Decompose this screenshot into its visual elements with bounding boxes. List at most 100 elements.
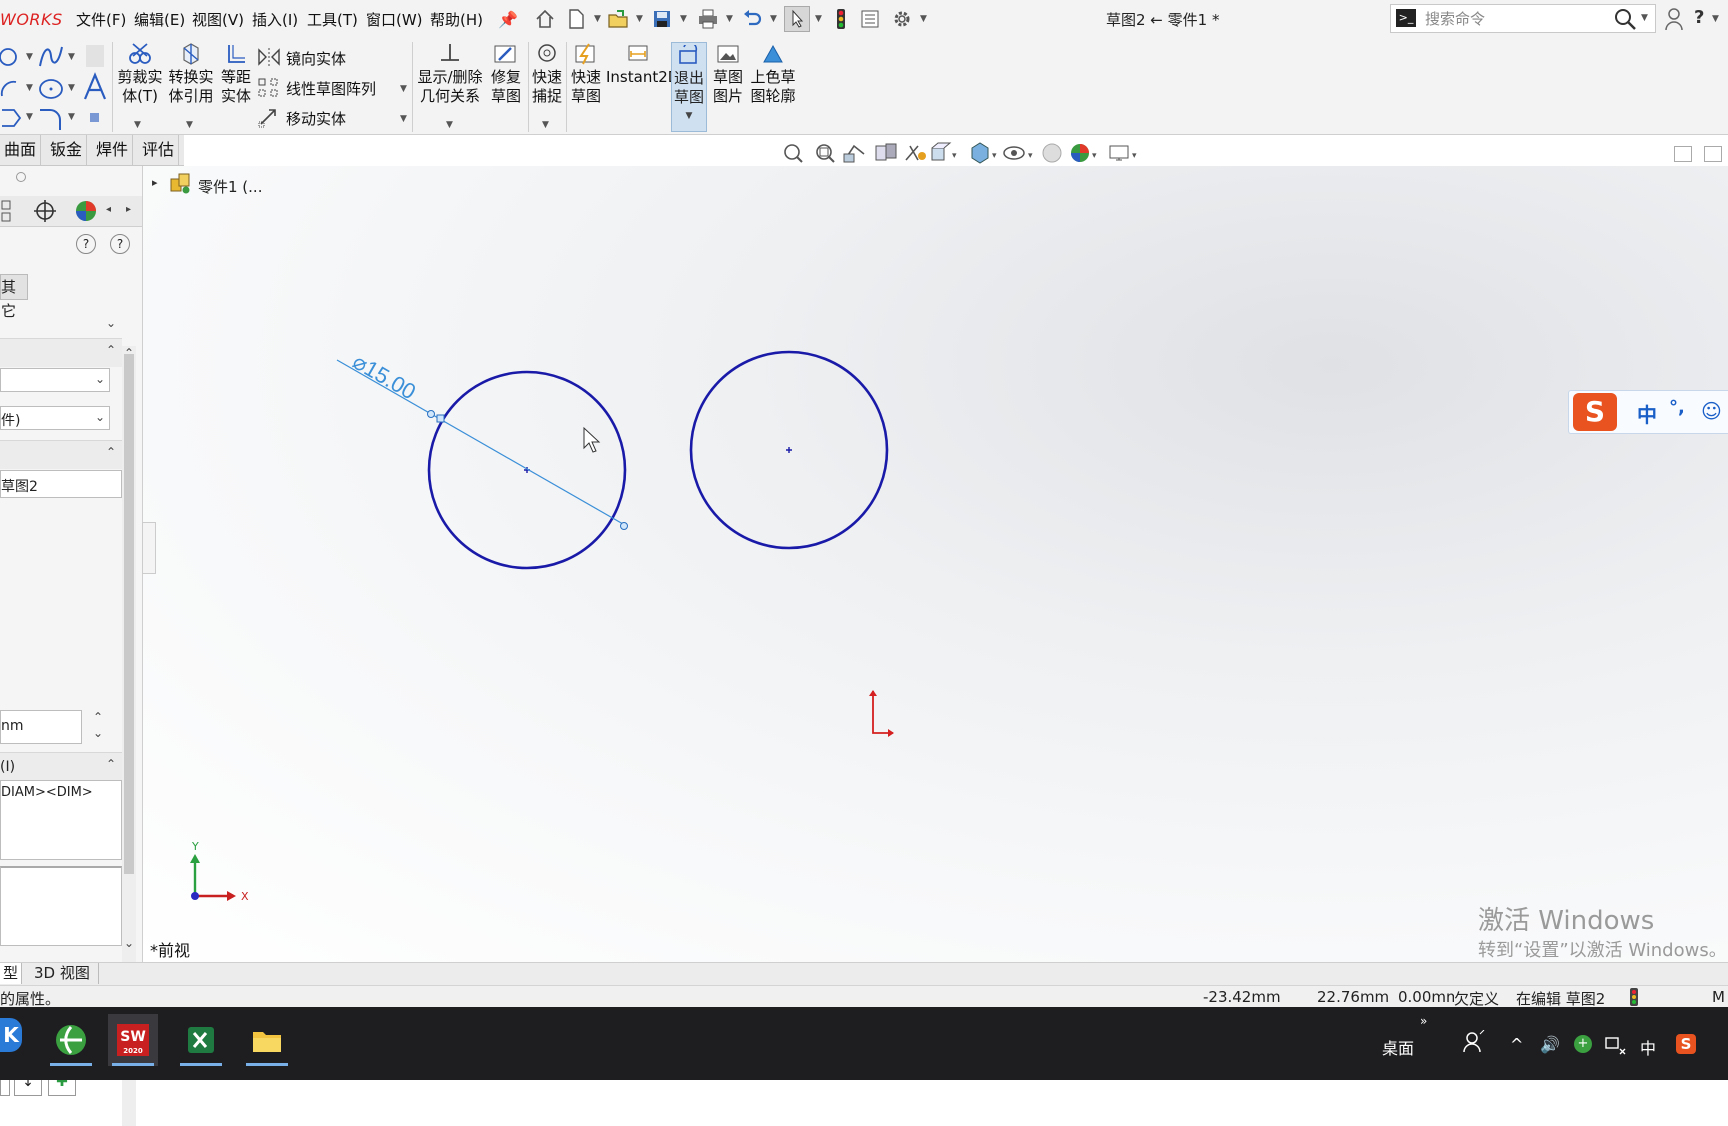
ime-toolbar[interactable]: S 中 °, ☺: [1568, 390, 1728, 434]
circle-2-center-mark[interactable]: [786, 447, 792, 453]
network-icon[interactable]: [1604, 1035, 1626, 1059]
sketch-origin[interactable]: [869, 690, 894, 737]
new-file-icon[interactable]: [565, 8, 587, 30]
tab-3d-views[interactable]: 3D 视图: [26, 963, 99, 984]
taskbar-solidworks[interactable]: SW 2020: [108, 1014, 158, 1066]
taskbar-file-explorer[interactable]: [242, 1014, 292, 1066]
search-icon[interactable]: [1613, 7, 1637, 35]
dimension-drag-point[interactable]: [427, 410, 435, 418]
move-entities-icon[interactable]: [257, 106, 281, 132]
chevron-down-icon[interactable]: ▼: [1712, 14, 1719, 24]
panel-grip-icon[interactable]: [16, 172, 26, 182]
shaded-sketch-contour-button[interactable]: 上色草 图轮廓: [748, 42, 798, 106]
chevron-down-icon[interactable]: ▼: [26, 112, 33, 122]
chevron-down-icon[interactable]: ▼: [770, 14, 777, 24]
chevron-down-icon[interactable]: ▼: [446, 120, 453, 130]
user-icon[interactable]: [1664, 7, 1684, 35]
mirror-icon[interactable]: [257, 47, 281, 71]
menu-view[interactable]: 视图(V): [192, 9, 244, 30]
configuration-manager-icon[interactable]: [0, 199, 20, 227]
gear-icon[interactable]: [891, 8, 913, 30]
tab-other[interactable]: 其它: [0, 274, 28, 320]
chevron-down-icon[interactable]: ▼: [920, 14, 927, 24]
chevron-down-icon[interactable]: ▼: [400, 84, 407, 94]
scroll-left-icon[interactable]: ◂: [106, 204, 111, 215]
sketch-definition-status[interactable]: 欠定义: [1454, 988, 1499, 1009]
chevron-down-icon[interactable]: ▼: [1641, 13, 1648, 23]
dropdown-1[interactable]: ⌄: [0, 368, 110, 392]
sogou-logo-icon[interactable]: S: [1573, 393, 1617, 431]
search-input[interactable]: [1423, 8, 1607, 30]
spin-down-icon[interactable]: ⌄: [93, 726, 103, 740]
spline-tool-icon[interactable]: [38, 44, 64, 74]
chevron-down-icon[interactable]: ▼: [672, 111, 706, 121]
rapid-sketch-button[interactable]: 快速 草图: [567, 42, 605, 106]
diameter-dimension-label[interactable]: ⌀15.00: [349, 349, 421, 405]
chevron-down-icon[interactable]: ▼: [26, 83, 33, 93]
linear-pattern-icon[interactable]: [257, 77, 281, 103]
chevron-down-icon[interactable]: ▼: [815, 14, 822, 24]
exit-sketch-button[interactable]: 退出 草图 ▼: [671, 42, 707, 132]
search-box[interactable]: >_ ▼: [1390, 4, 1656, 33]
chevron-down-icon[interactable]: ▼: [68, 83, 75, 93]
show-hidden-icons-icon[interactable]: ^: [1510, 1035, 1523, 1054]
trim-entities-button[interactable]: 剪裁实 体(T): [114, 42, 166, 106]
dropdown-2[interactable]: 件) ⌄: [0, 406, 110, 430]
display-delete-relations-button[interactable]: 显示/删除 几何关系: [414, 42, 486, 106]
chevron-down-icon[interactable]: ▼: [186, 120, 193, 130]
polygon-tool-icon[interactable]: [0, 106, 24, 134]
toolbar-expand-icon[interactable]: »: [1420, 1014, 1427, 1028]
chevron-down-icon[interactable]: ▼: [542, 120, 549, 130]
mirror-entities-button[interactable]: 镜向实体: [286, 48, 346, 69]
chevron-down-icon[interactable]: ▼: [68, 52, 75, 62]
sogou-tray-icon[interactable]: S: [1676, 1034, 1696, 1054]
menu-help[interactable]: 帮助(H): [430, 9, 483, 30]
scroll-thumb[interactable]: [124, 354, 134, 874]
ime-mode-indicator[interactable]: 中: [1637, 399, 1657, 428]
tab-weldments[interactable]: 焊件: [92, 135, 134, 165]
select-cursor-icon[interactable]: [784, 6, 810, 32]
fillet-tool-icon[interactable]: [38, 106, 64, 136]
restore-view-icon[interactable]: [1674, 146, 1692, 162]
section-header[interactable]: (I) ⌃: [0, 752, 122, 781]
solidworks-logo[interactable]: WORKS: [0, 10, 63, 29]
menu-insert[interactable]: 插入(I): [252, 9, 298, 30]
open-file-icon[interactable]: [607, 8, 629, 30]
pin-icon[interactable]: 📌: [497, 8, 519, 30]
text-area[interactable]: [0, 866, 122, 946]
collapse-icon[interactable]: ⌃: [106, 757, 116, 771]
text-tool-icon[interactable]: [82, 72, 108, 106]
dimxpert-icon[interactable]: [33, 199, 57, 227]
people-icon[interactable]: [1462, 1029, 1486, 1058]
collapse-icon[interactable]: ⌃: [106, 343, 116, 357]
instant2d-button[interactable]: Instant2D: [606, 42, 679, 87]
section-header[interactable]: ⌃: [0, 440, 122, 469]
dimension-arrow-handle[interactable]: [436, 414, 445, 423]
app-k-icon[interactable]: K: [0, 1018, 22, 1052]
circle-tool-icon[interactable]: [0, 45, 24, 73]
sketch-canvas[interactable]: ⌀15.00 Y X *前视: [143, 166, 1728, 962]
menu-edit[interactable]: 编辑(E): [134, 9, 185, 30]
chevron-down-icon[interactable]: ▼: [68, 112, 75, 122]
scroll-up-icon[interactable]: ⌃: [124, 346, 134, 360]
menu-file[interactable]: 文件(F): [76, 9, 126, 30]
collapse-icon[interactable]: ⌃: [106, 445, 116, 459]
tab-sheet-metal[interactable]: 钣金: [46, 135, 88, 165]
menu-window[interactable]: 窗口(W): [366, 9, 423, 30]
chevron-down-icon[interactable]: ▼: [680, 14, 687, 24]
ime-tray-indicator[interactable]: 中: [1640, 1035, 1656, 1059]
tab-evaluate[interactable]: 评估: [138, 135, 180, 165]
linear-sketch-pattern-button[interactable]: 线性草图阵列: [286, 78, 376, 99]
repair-sketch-button[interactable]: 修复 草图: [488, 42, 524, 106]
ellipse-tool-icon[interactable]: [38, 76, 64, 106]
chevron-down-icon[interactable]: ⌄: [106, 316, 116, 330]
whats-wrong-icon[interactable]: ?: [76, 234, 96, 254]
chevron-down-icon[interactable]: ▼: [726, 14, 733, 24]
section-header[interactable]: ⌃: [0, 338, 122, 367]
chevron-down-icon[interactable]: ▼: [134, 120, 141, 130]
dimension-drag-point[interactable]: [620, 522, 628, 530]
save-icon[interactable]: [651, 8, 673, 30]
maximize-view-icon[interactable]: [1704, 146, 1722, 162]
sketch-name-field[interactable]: 草图2: [0, 470, 122, 498]
ime-punct-indicator[interactable]: °,: [1669, 397, 1685, 418]
